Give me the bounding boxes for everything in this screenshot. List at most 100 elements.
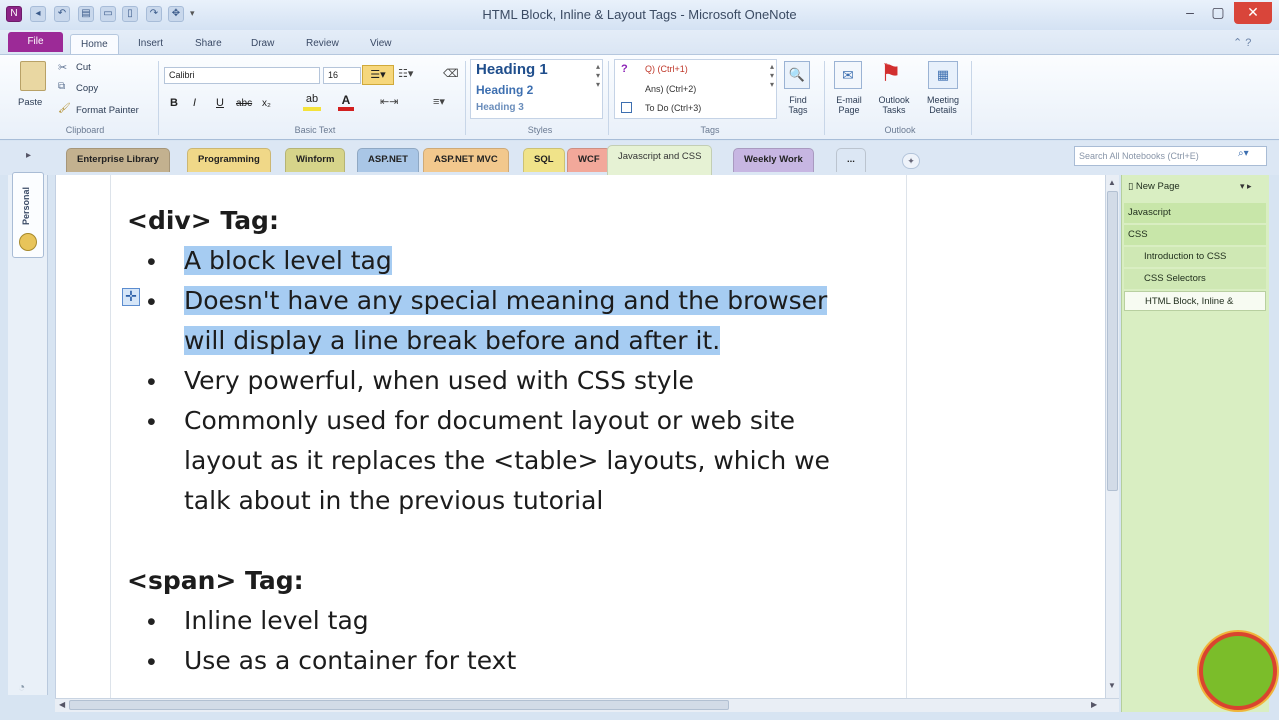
h-scroll-thumb[interactable] (69, 700, 729, 710)
styles-scroll-icon[interactable]: ▴ ▾ ▾ (596, 62, 600, 89)
tab-share[interactable]: Share (185, 34, 232, 54)
new-page-label: New Page (1135, 181, 1180, 192)
copy-button[interactable]: Copy (76, 83, 98, 94)
bullet: • (147, 608, 156, 636)
highlight-icon[interactable]: ab (303, 93, 321, 111)
tag-todo[interactable]: To Do (Ctrl+3) (645, 103, 701, 113)
scroll-up-icon[interactable]: ▲ (1108, 178, 1116, 187)
tab-file[interactable]: File (8, 32, 63, 52)
outlook-tasks-button[interactable]: Outlook Tasks (872, 95, 916, 115)
help-icon[interactable]: ⌃ ? (1233, 36, 1251, 49)
tab-home[interactable]: Home (70, 34, 119, 54)
tab-view[interactable]: View (360, 34, 402, 54)
notebook-icon (19, 233, 37, 251)
scroll-left-icon[interactable]: ◀ (59, 700, 65, 709)
flag-icon: ⚑ (880, 60, 902, 87)
find-tags-button[interactable]: Find Tags (784, 95, 812, 115)
page-pane: ▯ New Page ▾ ▸ Javascript CSS Introducti… (1121, 175, 1269, 712)
clipboard-group-label: Clipboard (65, 125, 105, 135)
list-item-continuation[interactable]: will display a line break before and aft… (184, 326, 721, 355)
email-page-button[interactable]: E-mail Page (830, 95, 868, 115)
subscript-button[interactable]: x₂ (262, 98, 271, 109)
list-item[interactable]: Doesn't have any special meaning and the… (184, 286, 828, 315)
list-item[interactable]: Use as a container for text (184, 646, 516, 675)
bold-button[interactable]: B (170, 97, 178, 109)
style-heading-3[interactable]: Heading 3 (476, 102, 524, 113)
vertical-scrollbar[interactable]: ▲ ▼ (1105, 175, 1119, 698)
span-tag-heading: <span> Tag: (127, 566, 304, 595)
close-button[interactable]: ✕ (1234, 2, 1272, 24)
expand-nav-icon[interactable]: ▸ (26, 150, 31, 161)
notebook-name: Personal (21, 186, 31, 226)
page-pane-options-icon[interactable]: ▾ ▸ (1240, 181, 1252, 192)
maximize-button[interactable]: ▢ (1204, 2, 1232, 24)
title-bar: N ◂ ↶ ▤ ▭ ▯ ↷ ✥ ▾ HTML Block, Inline & L… (0, 0, 1279, 30)
section-tab[interactable]: Enterprise Library (66, 148, 170, 172)
section-tab[interactable]: ASP.NET (357, 148, 419, 172)
section-tab[interactable]: ASP.NET MVC (423, 148, 509, 172)
style-heading-2[interactable]: Heading 2 (476, 83, 533, 97)
clear-format-icon[interactable]: ⌫ (443, 67, 459, 80)
list-item[interactable]: Very powerful, when used with CSS style (184, 366, 694, 395)
meeting-details-button[interactable]: Meeting Details (920, 95, 966, 115)
bullets-button[interactable]: ☰▾ (362, 65, 394, 85)
italic-button[interactable]: I (193, 97, 196, 109)
unfiled-notes-icon[interactable]: ◔ (18, 680, 25, 694)
outlook-group-label: Outlook (884, 125, 916, 135)
section-tab[interactable]: Winform (285, 148, 346, 172)
list-item-continuation[interactable]: layout as it replaces the <table> layout… (184, 446, 830, 475)
ribbon: Paste ✂ Cut ⧉ Copy 🖌 Format Painter Clip… (0, 54, 1279, 140)
style-heading-1[interactable]: Heading 1 (476, 61, 548, 78)
list-item-continuation[interactable]: talk about in the previous tutorial (184, 486, 603, 515)
margin-line (110, 175, 111, 698)
new-page-button[interactable]: ▯ New Page (1128, 181, 1180, 192)
tab-review[interactable]: Review (296, 34, 349, 54)
list-item[interactable]: Inline level tag (184, 606, 369, 635)
format-painter-button[interactable]: Format Painter (76, 105, 139, 116)
tags-gallery[interactable]: ? Q) (Ctrl+1) Ans) (Ctrl+2) To Do (Ctrl+… (614, 59, 777, 119)
section-tab[interactable]: WCF (567, 148, 611, 172)
font-name-combo[interactable]: Calibri (164, 67, 320, 84)
bullet: • (147, 408, 156, 436)
underline-button[interactable]: U (216, 97, 224, 109)
section-tab[interactable]: Programming (187, 148, 271, 172)
separator (158, 61, 159, 135)
list-item[interactable]: Commonly used for document layout or web… (184, 406, 795, 435)
page-item-css-selectors[interactable]: CSS Selectors (1124, 269, 1266, 289)
section-tab[interactable]: SQL (523, 148, 565, 172)
tag-answer[interactable]: Ans) (Ctrl+2) (645, 84, 696, 94)
page-item-javascript[interactable]: Javascript (1124, 203, 1266, 223)
page-item-html-block[interactable]: HTML Block, Inline & (1124, 291, 1266, 311)
strikethrough-button[interactable]: abc (236, 98, 252, 109)
paste-button[interactable]: Paste (18, 97, 42, 108)
font-size-combo[interactable]: 16 (323, 67, 361, 84)
paragraph-move-handle-icon[interactable]: ✛ (122, 288, 140, 306)
paste-icon[interactable] (20, 61, 46, 91)
page-item-intro-css[interactable]: Introduction to CSS (1124, 247, 1266, 267)
horizontal-scrollbar[interactable]: ◀ ▶ (55, 698, 1119, 712)
add-section-button[interactable]: ✦ (902, 153, 920, 169)
minimize-button[interactable]: – (1176, 2, 1204, 24)
section-tab[interactable]: Weekly Work (733, 148, 814, 172)
align-icon[interactable]: ≡▾ (433, 95, 445, 108)
decrease-indent-icon[interactable]: ⇤⇥ (380, 95, 398, 108)
font-color-icon[interactable]: A (338, 93, 354, 111)
selected-text: A block level tag (184, 246, 392, 275)
numbering-button[interactable]: ☷▾ (398, 67, 413, 80)
search-icon[interactable]: ⌕▾ (1238, 148, 1249, 159)
scroll-thumb[interactable] (1107, 191, 1118, 491)
tags-scroll-icon[interactable]: ▴ ▾ ▾ (770, 62, 774, 89)
cut-button[interactable]: Cut (76, 62, 91, 73)
list-item[interactable]: A block level tag (184, 246, 392, 275)
tab-draw[interactable]: Draw (241, 34, 284, 54)
notebook-personal[interactable]: Personal (12, 172, 44, 258)
section-tab[interactable]: Javascript and CSS (607, 145, 713, 175)
scroll-down-icon[interactable]: ▼ (1108, 681, 1116, 690)
cut-icon: ✂ (58, 62, 68, 74)
section-tab[interactable]: ... (836, 148, 866, 172)
tab-insert[interactable]: Insert (128, 34, 173, 54)
tag-question[interactable]: Q) (Ctrl+1) (645, 64, 688, 74)
styles-gallery[interactable]: Heading 1 Heading 2 Heading 3 ▴ ▾ ▾ (470, 59, 603, 119)
page-item-css[interactable]: CSS (1124, 225, 1266, 245)
scroll-right-icon[interactable]: ▶ (1091, 700, 1097, 709)
